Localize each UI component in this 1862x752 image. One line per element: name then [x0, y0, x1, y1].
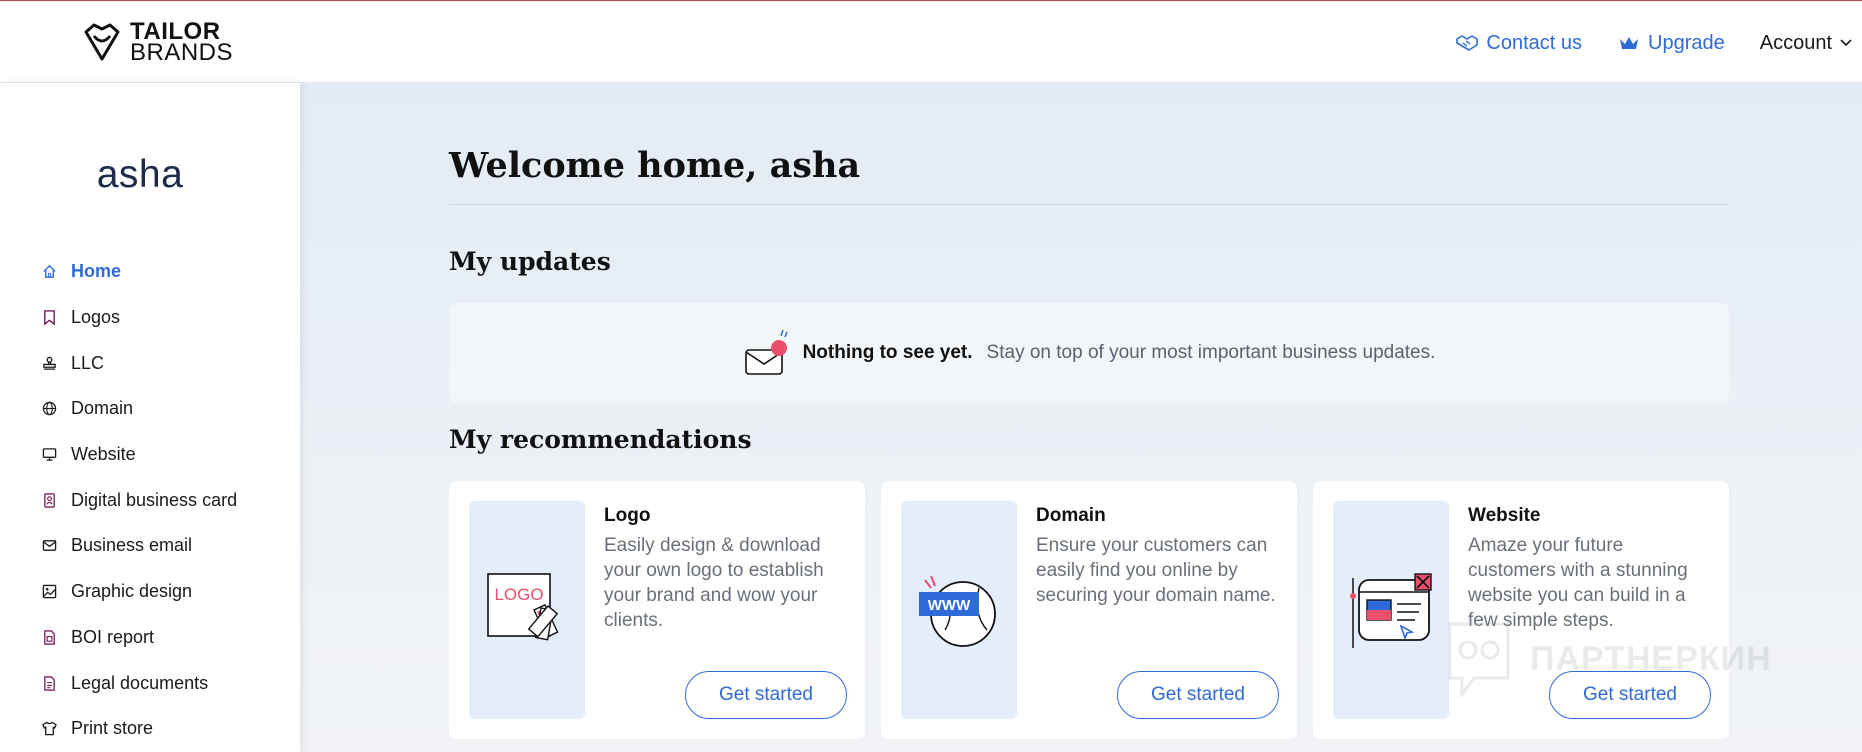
page-title: Welcome home, asha [449, 145, 861, 186]
mail-icon [42, 540, 57, 552]
watermark-logo-icon [1448, 622, 1510, 698]
tshirt-icon [42, 721, 57, 736]
updates-empty-description: Stay on top of your most important busin… [986, 342, 1436, 363]
upgrade-link[interactable]: Upgrade [1618, 32, 1725, 55]
updates-empty-title: Nothing to see yet. [802, 342, 973, 363]
logo-swatch-icon: LOGO [487, 573, 559, 641]
sidebar-item-label: Print store [71, 718, 154, 739]
sidebar-item-label: Graphic design [71, 581, 193, 602]
logo-illustration: LOGO [469, 501, 585, 719]
sidebar-item-label: Home [71, 261, 122, 282]
get-started-logo-button[interactable]: Get started [685, 671, 847, 719]
sidebar-item-label: Digital business card [71, 489, 238, 510]
sidebar-item-label: Website [71, 444, 136, 465]
sidebar-item-label: BOI report [71, 626, 155, 647]
globe-icon [42, 402, 57, 416]
sidebar-item-label: Domain [71, 398, 134, 419]
get-started-domain-button[interactable]: Get started [1117, 671, 1279, 719]
id-card-icon [44, 493, 55, 508]
sidebar-nav: Home Logos LLC Domain Website Digital bu… [42, 249, 237, 752]
image-icon [42, 584, 57, 599]
sidebar-item-label: LLC [71, 352, 105, 373]
card-title: Domain [1036, 505, 1106, 526]
updates-panel: Nothing to see yet. Stay on top of your … [449, 303, 1729, 403]
browser-window-icon [1350, 573, 1432, 648]
www-globe-icon: WWW [919, 575, 996, 647]
sidebar-item-business-email[interactable]: Business email [42, 523, 237, 569]
contact-us-link[interactable]: Contact us [1456, 32, 1582, 55]
chevron-down-icon [1840, 39, 1852, 47]
updates-heading: My updates [449, 247, 611, 276]
sidebar-item-label: Business email [71, 535, 193, 556]
sidebar-username: asha [96, 153, 184, 196]
sidebar-item-label: Legal documents [71, 672, 209, 693]
card-title: Logo [604, 505, 651, 526]
report-icon [44, 630, 55, 645]
sidebar-item-boi-report[interactable]: BOI report [42, 615, 237, 661]
sidebar-item-llc[interactable]: LLC [42, 340, 237, 386]
handshake-icon [1456, 35, 1479, 51]
card-title: Website [1468, 505, 1541, 526]
website-illustration [1333, 501, 1449, 719]
sidebar-item-digital-business-card[interactable]: Digital business card [42, 477, 237, 523]
brand-logo[interactable]: TAILOR BRANDS [82, 20, 234, 66]
watermark: ПАРТНЕРКИН [1444, 620, 1772, 698]
bookmark-icon [44, 310, 55, 326]
recommendation-card-domain: WWW Domain Ensure your customers can eas… [881, 481, 1297, 739]
domain-thumb-text: WWW [928, 597, 971, 614]
tailor-brands-logo-icon [84, 23, 120, 61]
account-menu[interactable]: Account [1760, 32, 1852, 55]
recommendations-heading: My recommendations [449, 425, 752, 454]
monitor-icon [42, 448, 57, 461]
sidebar-item-legal-documents[interactable]: Legal documents [42, 660, 237, 706]
sidebar-item-domain[interactable]: Domain [42, 386, 237, 432]
recommendation-card-website: Website Amaze your future customers with… [1313, 481, 1729, 739]
stamp-icon [43, 356, 56, 370]
brand-name-line2: BRANDS [130, 39, 234, 66]
card-description: Easily design & download your own logo t… [604, 535, 824, 631]
home-icon [43, 265, 56, 279]
sidebar: asha Home Logos LLC Domain Website Digit… [0, 83, 300, 752]
sidebar-item-print-store[interactable]: Print store [42, 706, 237, 752]
sidebar-item-website[interactable]: Website [42, 432, 237, 478]
card-description: Ensure your customers can easily find yo… [1036, 535, 1276, 606]
contact-us-label: Contact us [1486, 31, 1583, 54]
card-description: Amaze your future customers with a stunn… [1468, 535, 1688, 631]
envelope-notification-icon [744, 329, 788, 375]
top-header: TAILOR BRANDS Contact us Upgrade Account [0, 0, 1862, 83]
domain-illustration: WWW [901, 501, 1017, 719]
document-icon [44, 675, 55, 691]
recommendation-card-logo: LOGO Logo Easily design & download your … [449, 481, 865, 739]
sidebar-item-logos[interactable]: Logos [42, 295, 237, 341]
account-label: Account [1759, 31, 1832, 54]
upgrade-label: Upgrade [1648, 31, 1725, 54]
crown-icon [1620, 37, 1639, 49]
watermark-text: ПАРТНЕРКИН [1530, 639, 1772, 678]
sidebar-item-label: Logos [71, 307, 121, 328]
title-divider [449, 204, 1729, 205]
sidebar-item-home[interactable]: Home [42, 249, 237, 295]
logo-thumb-text: LOGO [494, 585, 543, 604]
sidebar-item-graphic-design[interactable]: Graphic design [42, 569, 237, 615]
